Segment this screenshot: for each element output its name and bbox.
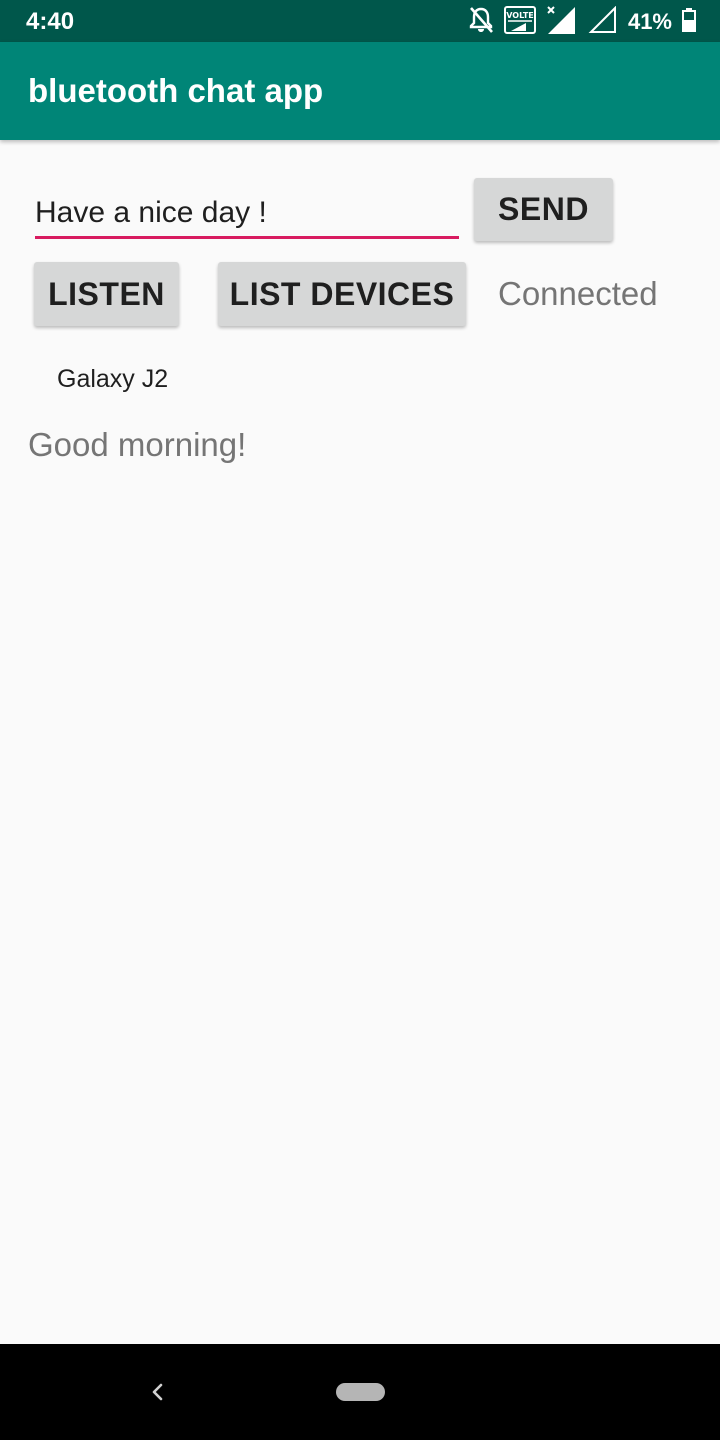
volte-icon: VOLTE: [503, 5, 536, 39]
device-list: Galaxy J2: [0, 352, 720, 406]
app-bar: bluetooth chat app: [0, 42, 720, 140]
list-devices-button[interactable]: LIST DEVICES: [218, 262, 466, 326]
status-icons: VOLTE 41%: [468, 5, 696, 40]
battery-percent: 41%: [627, 9, 672, 34]
navigation-bar: [0, 1344, 720, 1440]
message-input[interactable]: [35, 190, 459, 239]
received-message: Good morning!: [28, 426, 247, 463]
back-icon[interactable]: [146, 1378, 168, 1406]
connection-status: Connected: [498, 275, 658, 312]
home-pill-icon[interactable]: [336, 1383, 385, 1401]
battery-icon: [682, 7, 696, 37]
app-title: bluetooth chat app: [28, 72, 324, 109]
signal-icon: [546, 5, 578, 40]
status-bar: 4:40 VOLTE 41%: [0, 0, 720, 42]
status-time: 4:40: [26, 8, 75, 35]
listen-button[interactable]: LISTEN: [34, 262, 179, 326]
device-list-item[interactable]: Galaxy J2: [0, 352, 720, 406]
volte-label: VOLTE: [506, 11, 534, 20]
send-button[interactable]: SEND: [474, 178, 613, 241]
signal-icon: [588, 5, 618, 39]
mute-notification-icon: [468, 6, 494, 39]
